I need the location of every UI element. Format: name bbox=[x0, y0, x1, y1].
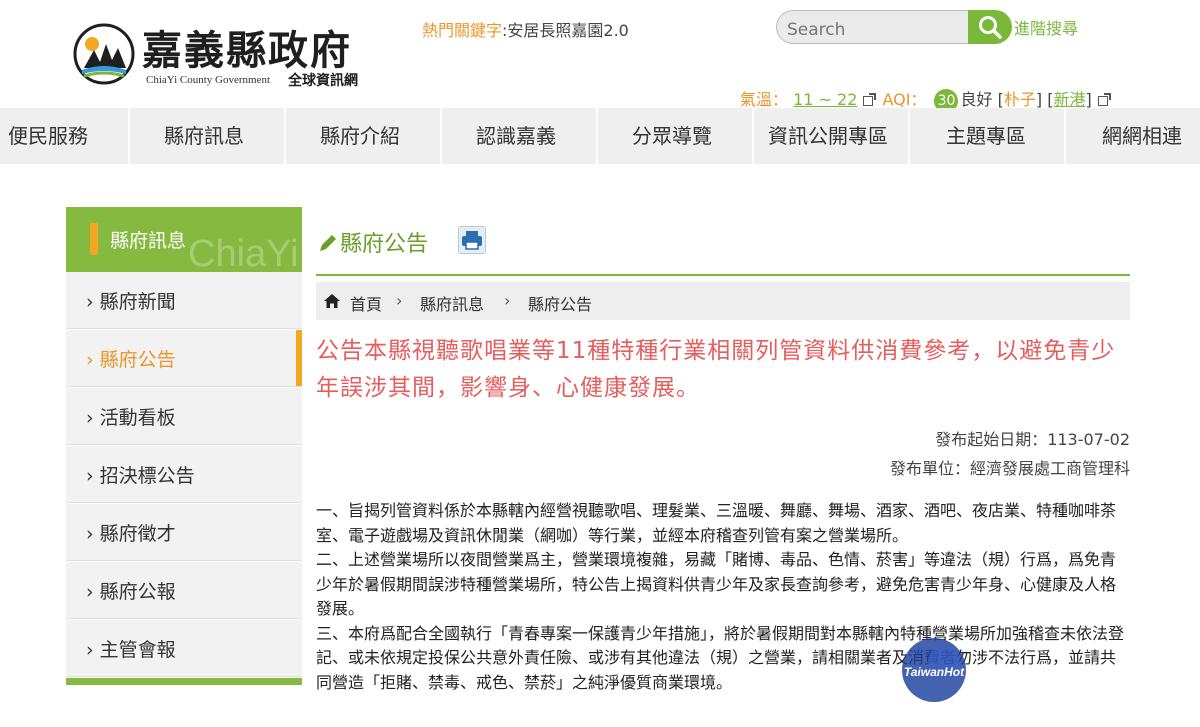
home-icon[interactable] bbox=[324, 294, 340, 308]
search-button[interactable] bbox=[968, 10, 1012, 44]
nav-open-information[interactable]: 資訊公開專區 bbox=[768, 108, 888, 164]
breadcrumb-home[interactable]: 首頁 bbox=[350, 291, 382, 315]
publish-unit: 發布單位：經濟發展處工商管理科 bbox=[889, 459, 1130, 478]
breadcrumb: 首頁 › 縣府訊息 › 縣府公告 bbox=[316, 282, 1130, 320]
breadcrumb-separator: › bbox=[396, 291, 403, 310]
sidebar-title: 縣府訊息 bbox=[110, 230, 187, 252]
pencil-icon bbox=[320, 235, 336, 251]
external-link-icon bbox=[863, 93, 877, 106]
county-emblem-icon[interactable] bbox=[72, 22, 136, 86]
nav-topics[interactable]: 主題專區 bbox=[946, 108, 1026, 164]
body-paragraph: 一、旨揭列管資料係於本縣轄內經營視聽歌唱、理髮業、三溫暖、舞廳、舞場、酒家、酒吧… bbox=[316, 501, 1117, 545]
hot-keyword-link[interactable]: :安居長照嘉園2.0 bbox=[502, 21, 629, 40]
search-input[interactable] bbox=[776, 10, 970, 44]
sidebar: 縣府訊息 ChiaYi › 縣府新聞 › 縣府公告 › 活動看板 › 招決標公告… bbox=[66, 207, 302, 687]
nav-related-links[interactable]: 網網相連 bbox=[1102, 108, 1182, 164]
sidebar-item-executive-meeting[interactable]: › 主管會報 bbox=[66, 620, 302, 677]
publish-date: 發布起始日期：113-07-02 bbox=[935, 430, 1130, 449]
breadcrumb-county-news[interactable]: 縣府訊息 bbox=[420, 291, 484, 315]
nav-convenience-services[interactable]: 便民服務 bbox=[8, 108, 88, 164]
body-paragraph: 三、本府爲配合全國執行「青春專案一保護青少年措施」，將於暑假期間對本縣轄內特種營… bbox=[316, 623, 1125, 692]
site-logo-english: ChiaYi County Government bbox=[146, 74, 271, 86]
sidebar-watermark: ChiaYi bbox=[188, 233, 299, 272]
sidebar-item-recruitment[interactable]: › 縣府徵才 bbox=[66, 504, 302, 561]
hot-keywords: 熱門關鍵字:安居長照嘉園2.0 bbox=[422, 17, 629, 41]
body-paragraph: 二、上述營業場所以夜間營業爲主，營業環境複雜，易藏「賭博、毒品、色情、菸害」等違… bbox=[316, 550, 1117, 618]
title-divider bbox=[316, 274, 1130, 276]
search-icon bbox=[979, 16, 1002, 39]
external-link-icon bbox=[1097, 93, 1111, 106]
breadcrumb-announcements[interactable]: 縣府公告 bbox=[528, 291, 592, 315]
sidebar-footer-bar bbox=[66, 678, 302, 685]
sidebar-item-events[interactable]: › 活動看板 bbox=[66, 388, 302, 445]
nav-county-intro[interactable]: 縣府介紹 bbox=[320, 108, 400, 164]
aqi-status: 良好 bbox=[960, 90, 993, 109]
nav-county-news[interactable]: 縣府訊息 bbox=[164, 108, 244, 164]
taiwanhot-watermark-logo: TaiwanHot bbox=[896, 636, 966, 706]
aqi-label: AQI： bbox=[882, 90, 927, 109]
sidebar-item-gazette[interactable]: › 縣府公報 bbox=[66, 562, 302, 619]
aqi-site-xingang[interactable]: 新港 bbox=[1053, 90, 1085, 109]
temperature-label: 氣溫： bbox=[740, 90, 789, 109]
page-title: 縣府公告 bbox=[318, 226, 428, 258]
site-logo-subtitle: 全球資訊網 bbox=[288, 73, 358, 89]
hot-keywords-label: 熱門關鍵字 bbox=[422, 21, 503, 40]
nav-know-chiayi[interactable]: 認識嘉義 bbox=[476, 108, 556, 164]
main-nav: 便民服務 縣府訊息 縣府介紹 認識嘉義 分眾導覽 資訊公開專區 主題專區 網網相… bbox=[0, 108, 1200, 164]
print-button[interactable] bbox=[458, 226, 486, 254]
site-logo-title[interactable]: 嘉義縣政府 bbox=[142, 18, 352, 76]
sidebar-item-announcements[interactable]: › 縣府公告 bbox=[66, 330, 302, 387]
advanced-search-link[interactable]: 進階搜尋 bbox=[1014, 15, 1078, 39]
sidebar-header: 縣府訊息 ChiaYi bbox=[66, 207, 302, 272]
sidebar-item-county-news[interactable]: › 縣府新聞 bbox=[66, 272, 302, 329]
nav-audience-guide[interactable]: 分眾導覽 bbox=[632, 108, 712, 164]
announcement-body: 一、旨揭列管資料係於本縣轄內經營視聽歌唱、理髮業、三溫暖、舞廳、舞場、酒家、酒吧… bbox=[316, 499, 1130, 695]
breadcrumb-separator: › bbox=[504, 291, 511, 310]
sidebar-item-tenders[interactable]: › 招決標公告 bbox=[66, 446, 302, 503]
aqi-site-puzi[interactable]: 朴子 bbox=[1004, 90, 1036, 109]
temperature-link[interactable]: 11 ~ 22 bbox=[793, 90, 857, 109]
svg-text:TaiwanHot: TaiwanHot bbox=[904, 665, 965, 679]
announcement-headline: 公告本縣視聽歌唱業等11種特種行業相關列管資料供消費參考，以避免青少年誤涉其間，… bbox=[316, 338, 1116, 401]
printer-icon bbox=[462, 231, 482, 250]
